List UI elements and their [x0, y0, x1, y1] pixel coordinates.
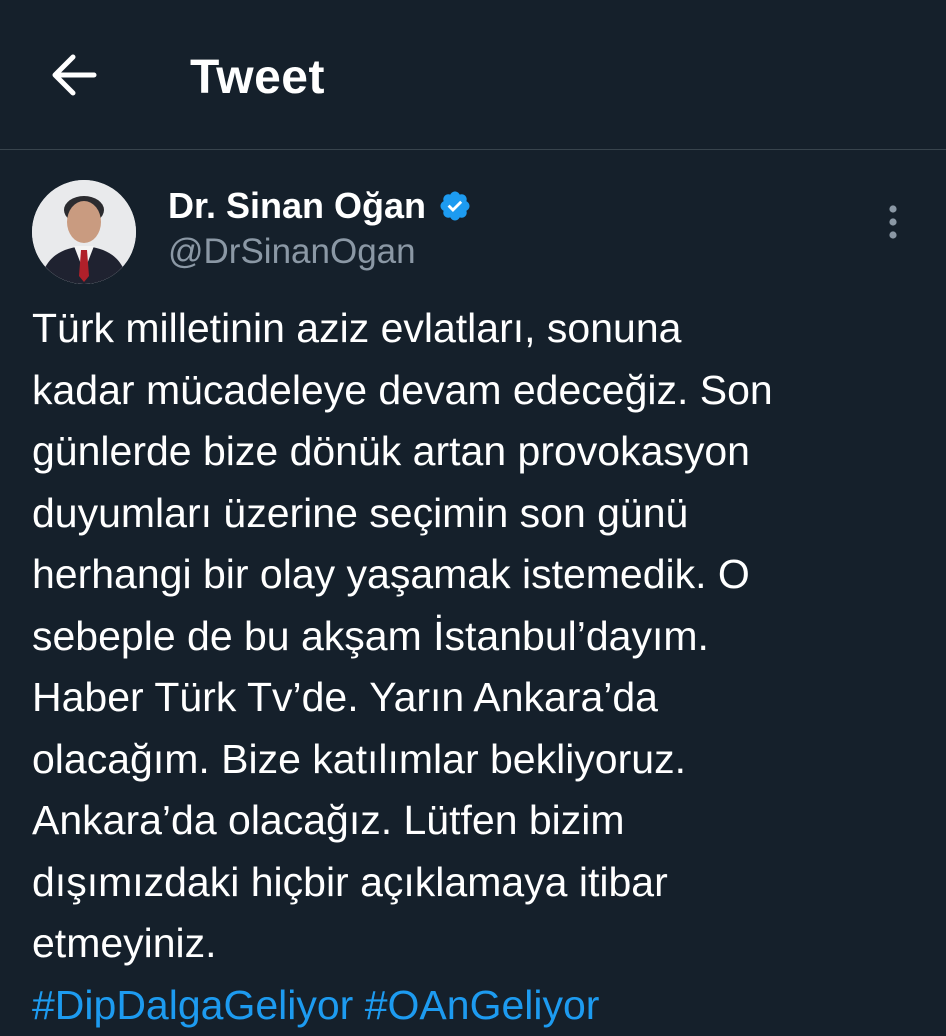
hashtag-line: #DipDalgaGeliyor #OAnGeliyor — [32, 975, 922, 1036]
author-name-row: Dr. Sinan Oğan — [168, 183, 472, 229]
top-bar: Tweet — [0, 0, 946, 150]
tweet-text-line: dışımızdaki hiçbir açıklamaya itibar — [32, 852, 922, 914]
more-options-button[interactable] — [876, 202, 910, 242]
tweet-text-line: olacağım. Bize katılımlar bekliyoruz. — [32, 729, 922, 791]
hashtag-dipdalgageliyor[interactable]: #DipDalgaGeliyor — [32, 982, 353, 1028]
author-display-name[interactable]: Dr. Sinan Oğan — [168, 183, 426, 229]
tweet-text-line: Haber Türk Tv’de. Yarın Ankara’da — [32, 667, 922, 729]
hashtag-oangeliyor[interactable]: #OAnGeliyor — [365, 982, 600, 1028]
profile-photo — [32, 180, 136, 284]
page-title: Tweet — [190, 50, 325, 106]
tweet-text-line: kadar mücadeleye devam edeceğiz. Son — [32, 360, 922, 422]
tweet-text-line: herhangi bir olay yaşamak istemedik. O — [32, 544, 922, 606]
tweet-text-line: Türk milletinin aziz evlatları, sonuna — [32, 298, 922, 360]
more-vertical-icon — [876, 202, 910, 242]
back-button[interactable] — [46, 50, 100, 100]
tweet-text-line: Ankara’da olacağız. Lütfen bizim — [32, 790, 922, 852]
tweet-text-line: sebeple de bu akşam İstanbul’dayım. — [32, 606, 922, 668]
arrow-left-icon — [46, 50, 100, 100]
author-handle[interactable]: @DrSinanOgan — [168, 229, 416, 275]
tweet-text-line: günlerde bize dönük artan provokasyon — [32, 421, 922, 483]
tweet-text-line: etmeyiniz. — [32, 913, 922, 975]
verified-badge-icon — [438, 189, 472, 223]
tweet-text-line: duyumları üzerine seçimin son günü — [32, 483, 922, 545]
tweet-body: Türk milletinin aziz evlatları, sonuna k… — [32, 298, 922, 1036]
avatar[interactable] — [32, 180, 136, 284]
